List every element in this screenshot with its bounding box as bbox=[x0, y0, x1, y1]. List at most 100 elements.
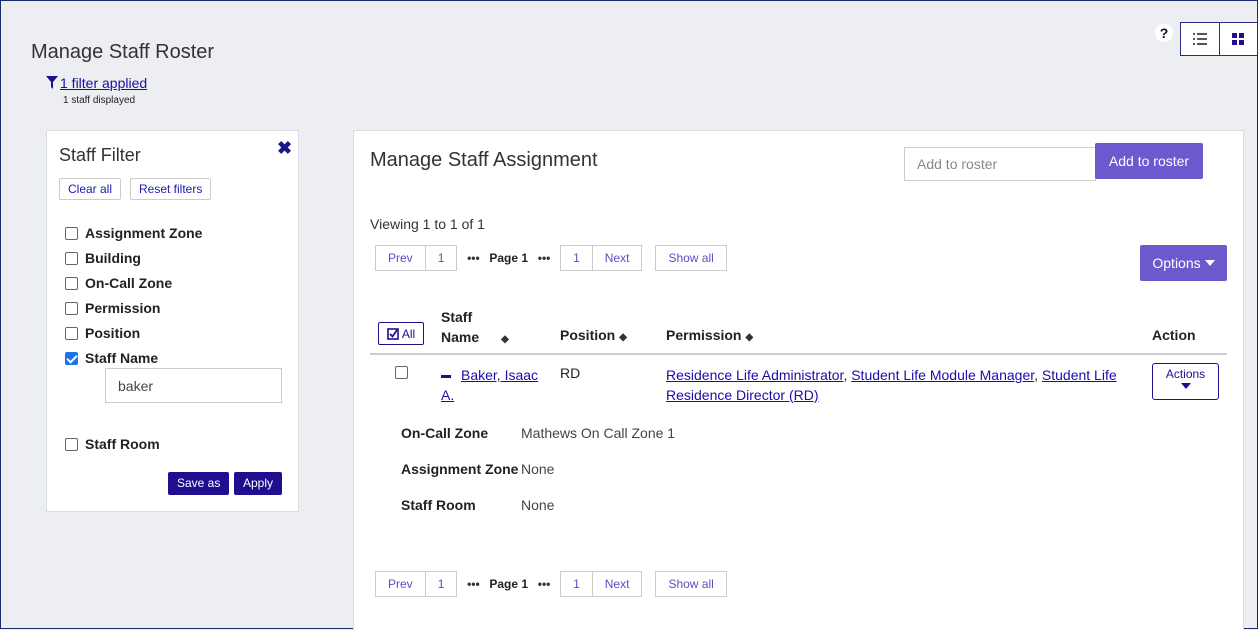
filter-option-staff-room[interactable]: Staff Room bbox=[65, 436, 160, 452]
grid-icon bbox=[1232, 33, 1245, 45]
filter-option-on-call-zone[interactable]: On-Call Zone bbox=[65, 275, 172, 291]
view-toggle bbox=[1180, 22, 1258, 56]
permission-link[interactable]: Student Life Module Manager bbox=[851, 367, 1034, 383]
show-all-button[interactable]: Show all bbox=[655, 245, 727, 271]
add-to-roster-button[interactable]: Add to roster bbox=[1095, 143, 1203, 179]
detail-value-on-call-zone: Mathews On Call Zone 1 bbox=[521, 425, 676, 441]
column-header-staff-name[interactable]: Staff Name ◆ bbox=[441, 307, 509, 350]
staff-name-input[interactable]: baker bbox=[105, 368, 282, 403]
current-page: Page 1 bbox=[489, 251, 529, 265]
staff-assignment-panel: Manage Staff Assignment Add to roster Ad… bbox=[353, 130, 1244, 630]
staff-filter-panel: Staff Filter ✖ Clear all Reset filters A… bbox=[46, 130, 299, 512]
table-row-staff-name[interactable]: Baker, Isaac A. bbox=[441, 365, 538, 405]
viewing-count: Viewing 1 to 1 of 1 bbox=[370, 216, 485, 232]
save-as-button[interactable]: Save as bbox=[168, 472, 230, 495]
main-title: Manage Staff Assignment bbox=[370, 149, 598, 171]
last-page-button[interactable]: 1 bbox=[561, 246, 592, 270]
checkbox[interactable] bbox=[65, 326, 78, 340]
checkbox[interactable] bbox=[65, 251, 78, 265]
filter-option-permission[interactable]: Permission bbox=[65, 300, 160, 316]
options-label: Options bbox=[1152, 255, 1201, 271]
filter-option-staff-name[interactable]: Staff Name bbox=[65, 350, 158, 366]
checkbox[interactable] bbox=[65, 276, 78, 290]
filter-option-label: Staff Room bbox=[85, 436, 160, 452]
checkbox[interactable] bbox=[65, 437, 78, 451]
filter-option-label: Permission bbox=[85, 300, 161, 316]
last-page-button[interactable]: 1 bbox=[561, 572, 592, 596]
filter-option-assignment-zone[interactable]: Assignment Zone bbox=[65, 225, 202, 241]
page-1-button[interactable]: 1 bbox=[424, 246, 457, 270]
select-all-button[interactable]: All bbox=[378, 322, 424, 345]
checkbox[interactable] bbox=[65, 226, 78, 240]
options-button[interactable]: Options bbox=[1140, 245, 1227, 281]
staff-displayed-count: 1 staff displayed bbox=[63, 95, 136, 106]
staff-name-link-line2[interactable]: A. bbox=[441, 385, 538, 405]
pagination-bottom: Prev 1 ••• Page 1 ••• 1 Next Show all bbox=[375, 571, 727, 597]
help-icon[interactable]: ? bbox=[1155, 24, 1173, 42]
table-row-permission: Residence Life Administrator, Student Li… bbox=[666, 365, 1136, 405]
current-page: Page 1 bbox=[489, 577, 529, 591]
table-header-divider bbox=[370, 353, 1227, 355]
caret-down-icon bbox=[1180, 383, 1191, 389]
row-actions-label: Actions bbox=[1165, 367, 1206, 381]
row-actions-button[interactable]: Actions bbox=[1152, 363, 1219, 400]
funnel-icon bbox=[46, 76, 58, 89]
filter-panel-title: Staff Filter bbox=[59, 145, 141, 165]
column-header-permission-label: Permission bbox=[666, 327, 742, 343]
permission-link-line2[interactable]: Residence Director (RD) bbox=[666, 385, 1136, 405]
permission-link[interactable]: Residence Life Administrator bbox=[666, 367, 843, 383]
detail-label-assignment-zone: Assignment Zone bbox=[401, 461, 519, 477]
filter-applied-label[interactable]: 1 filter applied bbox=[60, 75, 147, 91]
clear-all-button[interactable]: Clear all bbox=[59, 178, 122, 200]
list-view-button[interactable] bbox=[1181, 23, 1219, 55]
sort-icon: ◆ bbox=[745, 332, 754, 343]
filter-option-label: Assignment Zone bbox=[85, 225, 203, 241]
select-all-label: All bbox=[401, 326, 416, 341]
column-header-position[interactable]: Position ◆ bbox=[560, 327, 627, 343]
pager-ellipsis: ••• bbox=[537, 577, 551, 591]
caret-down-icon bbox=[1204, 260, 1215, 266]
column-header-staff-line1: Staff bbox=[441, 309, 473, 325]
filter-option-label: On-Call Zone bbox=[85, 275, 173, 291]
page-1-button[interactable]: 1 bbox=[424, 572, 457, 596]
filter-option-building[interactable]: Building bbox=[65, 250, 141, 266]
detail-value-staff-room: None bbox=[521, 497, 555, 513]
filter-option-label: Building bbox=[85, 250, 141, 266]
checkbox[interactable] bbox=[65, 301, 78, 315]
filter-option-position[interactable]: Position bbox=[65, 325, 140, 341]
pagination-top: Prev 1 ••• Page 1 ••• 1 Next Show all bbox=[375, 245, 727, 271]
page-title: Manage Staff Roster bbox=[31, 41, 215, 63]
column-header-permission[interactable]: Permission ◆ bbox=[666, 327, 753, 343]
add-to-roster-input[interactable]: Add to roster bbox=[904, 147, 1096, 181]
next-button[interactable]: Next bbox=[591, 246, 642, 270]
reset-filters-button[interactable]: Reset filters bbox=[130, 178, 212, 200]
column-header-position-label: Position bbox=[560, 327, 616, 343]
next-button[interactable]: Next bbox=[591, 572, 642, 596]
prev-button[interactable]: Prev bbox=[376, 572, 425, 596]
column-header-staff-line2: Name bbox=[441, 329, 480, 345]
prev-button[interactable]: Prev bbox=[376, 246, 425, 270]
filter-option-label: Staff Name bbox=[85, 350, 159, 366]
apply-button[interactable]: Apply bbox=[234, 472, 283, 495]
checkbox-checked[interactable] bbox=[65, 351, 78, 365]
row-checkbox[interactable] bbox=[395, 366, 408, 379]
show-all-button[interactable]: Show all bbox=[655, 571, 727, 597]
table-row-position: RD bbox=[560, 365, 581, 381]
detail-label-on-call-zone: On-Call Zone bbox=[401, 425, 489, 441]
pager-ellipsis: ••• bbox=[467, 251, 480, 265]
filter-applied-link[interactable]: 1 filter applied bbox=[46, 75, 147, 91]
sort-icon: ◆ bbox=[501, 334, 509, 345]
list-icon bbox=[1192, 33, 1207, 45]
staff-name-link[interactable]: Baker, Isaac bbox=[461, 367, 538, 383]
filter-option-label: Position bbox=[85, 325, 141, 341]
permission-link[interactable]: Student Life bbox=[1042, 367, 1117, 383]
collapse-icon[interactable] bbox=[441, 374, 451, 378]
column-header-action: Action bbox=[1152, 327, 1196, 343]
pager-ellipsis: ••• bbox=[537, 251, 551, 265]
detail-value-assignment-zone: None bbox=[521, 461, 555, 477]
detail-label-staff-room: Staff Room bbox=[401, 497, 476, 513]
sort-icon: ◆ bbox=[619, 332, 627, 343]
grid-view-button[interactable] bbox=[1218, 23, 1258, 55]
pager-ellipsis: ••• bbox=[467, 577, 480, 591]
close-icon[interactable]: ✖ bbox=[277, 138, 292, 159]
